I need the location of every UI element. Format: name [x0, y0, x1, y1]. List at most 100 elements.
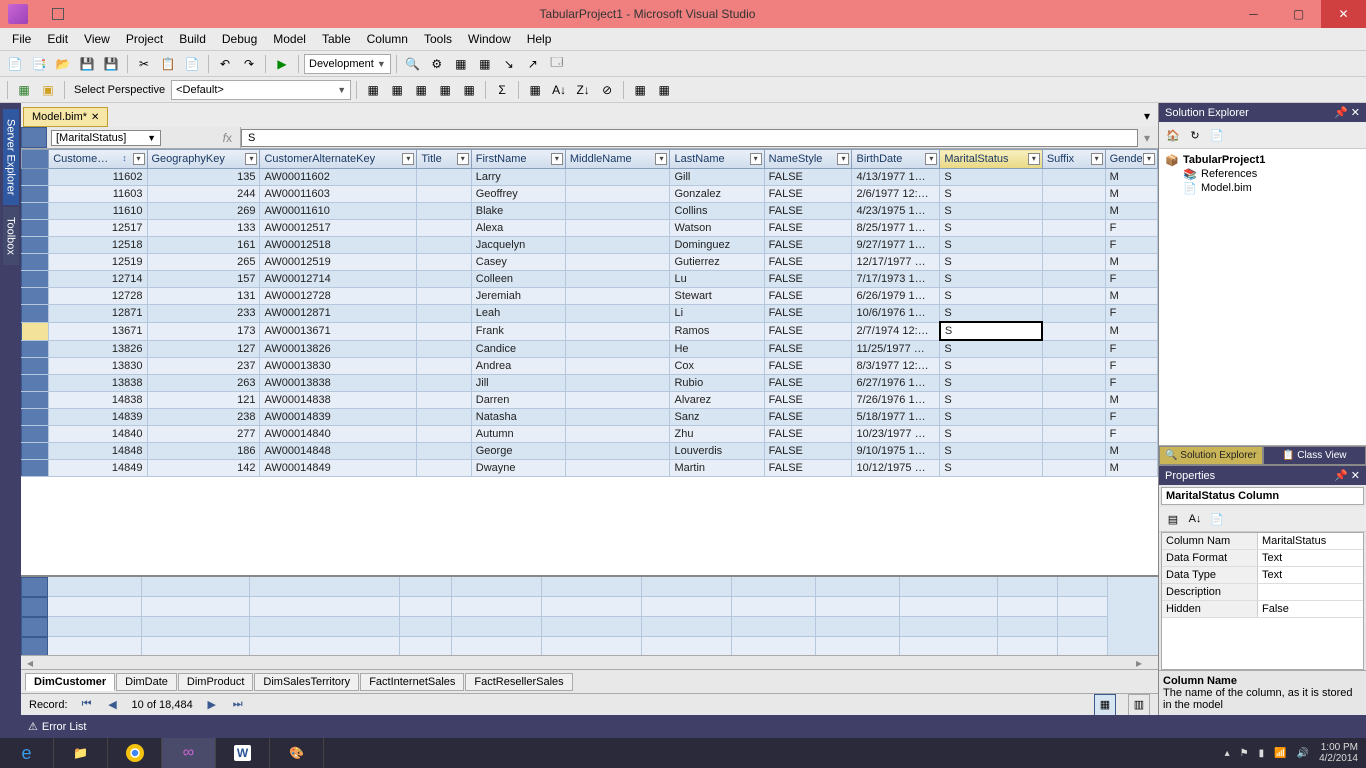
- menu-view[interactable]: View: [76, 29, 118, 49]
- explorer-icon[interactable]: 📁: [54, 738, 108, 768]
- undo-icon[interactable]: ↶: [214, 53, 236, 75]
- copy-icon[interactable]: 📋: [157, 53, 179, 75]
- perspective-combo[interactable]: <Default>▼: [171, 80, 351, 100]
- home-icon[interactable]: 🏠: [1163, 125, 1183, 145]
- col-header-NameStyle[interactable]: NameStyle▾: [764, 150, 852, 169]
- property-row[interactable]: Column NamMaritalStatus: [1162, 533, 1363, 550]
- menu-model[interactable]: Model: [265, 29, 314, 49]
- table-row[interactable]: 13838263AW00013838JillRubioFALSE6/27/197…: [22, 375, 1158, 392]
- prev-record-button[interactable]: ◀: [106, 698, 120, 711]
- sheet-tab-DimDate[interactable]: DimDate: [116, 673, 177, 691]
- menu-file[interactable]: File: [4, 29, 39, 49]
- t5-icon[interactable]: ▦: [458, 79, 480, 101]
- solution-tree[interactable]: 📦 TabularProject1 📚 References 📄 Model.b…: [1159, 149, 1366, 445]
- references-node[interactable]: 📚 References: [1163, 167, 1362, 181]
- clear-sort-icon[interactable]: ⊘: [596, 79, 618, 101]
- property-row[interactable]: Description: [1162, 584, 1363, 601]
- formula-input[interactable]: [241, 129, 1138, 147]
- import-icon[interactable]: ↘: [498, 53, 520, 75]
- table-row[interactable]: 14840277AW00014840AutumnZhuFALSE10/23/19…: [22, 426, 1158, 443]
- table-row[interactable]: 13826127AW00013826CandiceHeFALSE11/25/19…: [22, 340, 1158, 358]
- paint-icon[interactable]: 🎨: [270, 738, 324, 768]
- table-row[interactable]: 12728131AW00012728JeremiahStewartFALSE6/…: [22, 288, 1158, 305]
- table-row[interactable]: 12871233AW00012871LeahLiFALSE10/6/1976 1…: [22, 305, 1158, 323]
- close-tab-icon[interactable]: ✕: [91, 112, 99, 123]
- find-icon[interactable]: 🔍: [402, 53, 424, 75]
- panel-close-icon[interactable]: ✕: [1351, 470, 1360, 482]
- save-icon[interactable]: 💾: [76, 53, 98, 75]
- table-row[interactable]: 12518161AW00012518JacquelynDominguezFALS…: [22, 237, 1158, 254]
- table-row[interactable]: 14849142AW00014849DwayneMartinFALSE10/12…: [22, 460, 1158, 477]
- cut-icon[interactable]: ✂: [133, 53, 155, 75]
- menu-column[interactable]: Column: [359, 29, 416, 49]
- property-grid[interactable]: Column NamMaritalStatusData FormatTextDa…: [1161, 532, 1364, 670]
- props-icon[interactable]: 📄: [1207, 125, 1227, 145]
- active-files-icon[interactable]: ▾: [1136, 105, 1158, 127]
- menu-edit[interactable]: Edit: [39, 29, 76, 49]
- table-row[interactable]: 14839238AW00014839NatashaSanzFALSE5/18/1…: [22, 409, 1158, 426]
- table-row[interactable]: 12714157AW00012714ColleenLuFALSE7/17/197…: [22, 271, 1158, 288]
- new-project-icon[interactable]: 📄: [4, 53, 26, 75]
- col-header-MaritalStatus[interactable]: MaritalStatus▾: [940, 150, 1043, 169]
- table-row[interactable]: 14838121AW00014838DarrenAlvarezFALSE7/26…: [22, 392, 1158, 409]
- sheet-tab-FactInternetSales[interactable]: FactInternetSales: [360, 673, 464, 691]
- solution-explorer-tab[interactable]: 🔍 Solution Explorer: [1159, 446, 1263, 465]
- battery-icon[interactable]: ▮: [1259, 748, 1265, 759]
- dropdown-icon[interactable]: [52, 8, 64, 20]
- col-header-LastName[interactable]: LastName▾: [670, 150, 764, 169]
- table-row[interactable]: 11603244AW00011603GeoffreyGonzalezFALSE2…: [22, 186, 1158, 203]
- sheet-tab-DimSalesTerritory[interactable]: DimSalesTerritory: [254, 673, 359, 691]
- categorized-icon[interactable]: ▤: [1163, 509, 1183, 529]
- col-header-CustomerAlternateKey[interactable]: CustomerAlternateKey▾: [260, 150, 417, 169]
- col-header-MiddleName[interactable]: MiddleName▾: [565, 150, 670, 169]
- property-row[interactable]: Data FormatText: [1162, 550, 1363, 567]
- diagram-icon[interactable]: ▦: [653, 79, 675, 101]
- col-header-FirstName[interactable]: FirstName▾: [471, 150, 565, 169]
- sigma-icon[interactable]: Σ: [491, 79, 513, 101]
- property-object[interactable]: MaritalStatus Column: [1161, 487, 1364, 505]
- close-button[interactable]: ✕: [1321, 0, 1366, 28]
- toolbox-tab[interactable]: Toolbox: [3, 207, 19, 265]
- sheet-tab-DimCustomer[interactable]: DimCustomer: [25, 673, 115, 691]
- alpha-icon[interactable]: A↓: [1185, 509, 1205, 529]
- last-record-button[interactable]: ⏭: [231, 698, 245, 711]
- refresh-icon[interactable]: ↻: [1185, 125, 1205, 145]
- filter-clear-icon[interactable]: ▦: [629, 79, 651, 101]
- panel-close-icon[interactable]: ✕: [1351, 107, 1360, 119]
- table-row[interactable]: 13671173AW00013671FrankRamosFALSE2/7/197…: [22, 322, 1158, 340]
- network-icon[interactable]: 📶: [1274, 748, 1286, 759]
- menu-debug[interactable]: Debug: [214, 29, 265, 49]
- save-all-icon[interactable]: 💾: [100, 53, 122, 75]
- diagram-view-icon[interactable]: ▥: [1128, 694, 1150, 716]
- cube-icon[interactable]: ▣: [37, 79, 59, 101]
- minimize-button[interactable]: ─: [1231, 0, 1276, 28]
- doc-tab-model[interactable]: Model.bim* ✕: [23, 107, 108, 127]
- property-row[interactable]: Data TypeText: [1162, 567, 1363, 584]
- config-combo[interactable]: Development▼: [304, 54, 391, 74]
- open-icon[interactable]: 📂: [52, 53, 74, 75]
- data-grid[interactable]: Custome…↕▾GeographyKey▾CustomerAlternate…: [21, 149, 1158, 575]
- menu-tools[interactable]: Tools: [416, 29, 460, 49]
- refresh-icon[interactable]: 🗔: [546, 53, 568, 75]
- menu-window[interactable]: Window: [460, 29, 519, 49]
- add-item-icon[interactable]: 📑: [28, 53, 50, 75]
- paste-icon[interactable]: 📄: [181, 53, 203, 75]
- tool2-icon[interactable]: ▦: [450, 53, 472, 75]
- tray-up-icon[interactable]: ▴: [1225, 748, 1230, 759]
- chrome-icon[interactable]: [108, 738, 162, 768]
- menu-help[interactable]: Help: [519, 29, 560, 49]
- table-row[interactable]: 11602135AW00011602LarryGillFALSE4/13/197…: [22, 169, 1158, 186]
- error-list-tab[interactable]: ⚠ Error List: [20, 717, 95, 736]
- table-row[interactable]: 14848186AW00014848GeorgeLouverdisFALSE9/…: [22, 443, 1158, 460]
- start-button[interactable]: ▶: [271, 53, 293, 75]
- sort-desc-icon[interactable]: Z↓: [572, 79, 594, 101]
- sheet-tab-DimProduct[interactable]: DimProduct: [178, 673, 253, 691]
- prop-pages-icon[interactable]: 📄: [1207, 509, 1227, 529]
- ie-icon[interactable]: e: [0, 738, 54, 768]
- property-row[interactable]: HiddenFalse: [1162, 601, 1363, 618]
- tool-icon[interactable]: ⚙: [426, 53, 448, 75]
- clock[interactable]: 1:00 PM 4/2/2014: [1319, 742, 1358, 764]
- measure-grid[interactable]: [21, 575, 1158, 655]
- t3-icon[interactable]: ▦: [410, 79, 432, 101]
- menu-build[interactable]: Build: [171, 29, 214, 49]
